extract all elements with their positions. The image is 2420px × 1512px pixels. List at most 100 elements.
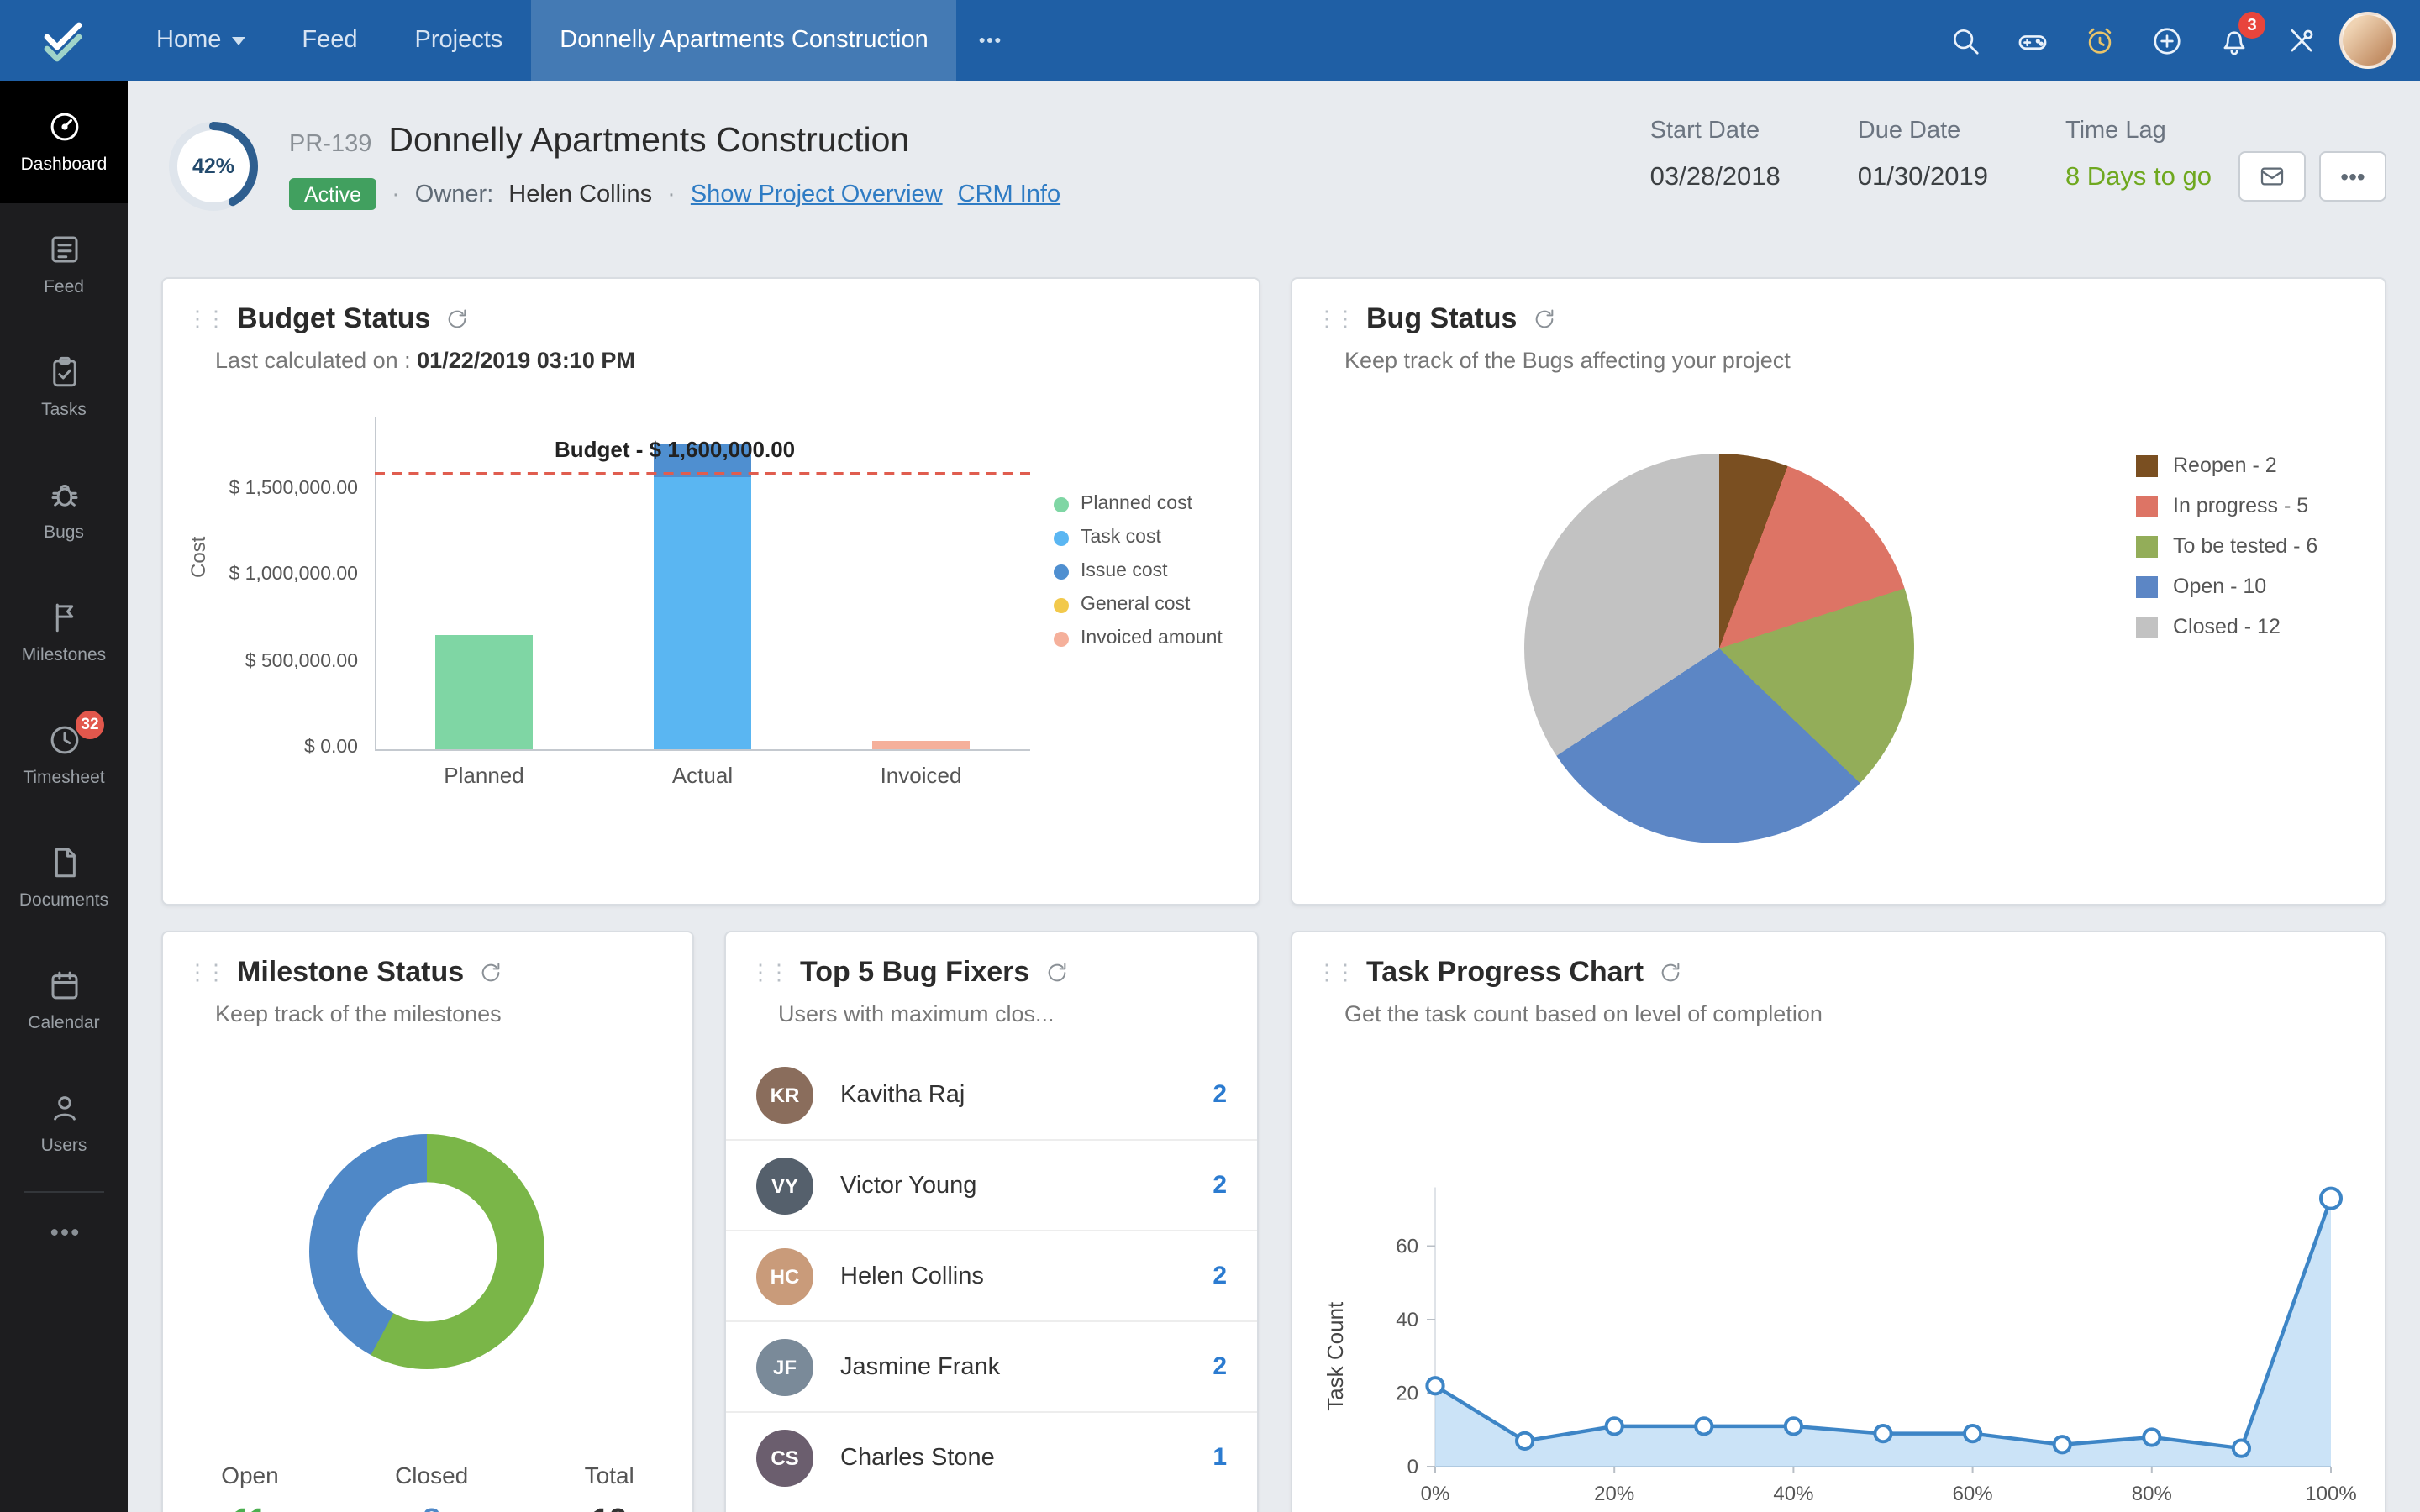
legend-item-to-be-tested[interactable]: To be tested - 6 xyxy=(2136,534,2317,558)
fixer-name: Kavitha Raj xyxy=(840,1081,965,1108)
legend-item-general-cost[interactable]: General cost xyxy=(1054,595,1223,615)
data-point[interactable] xyxy=(1783,1416,1804,1436)
bug-fixer-row[interactable]: HC Helen Collins 2 xyxy=(726,1230,1257,1320)
x-axis-category-label: Actual xyxy=(671,763,734,788)
fixer-closed-count: 1 xyxy=(1213,1443,1227,1472)
legend-item-reopen[interactable]: Reopen - 2 xyxy=(2136,454,2317,477)
budget-last-calculated: 01/22/2019 03:10 PM xyxy=(417,348,635,373)
total-label: Closed xyxy=(395,1462,469,1488)
main-content: 42% PR-139 Donnelly Apartments Construct… xyxy=(128,81,2420,1512)
add-icon[interactable] xyxy=(2138,12,2195,69)
fixer-closed-count: 2 xyxy=(1213,1262,1227,1290)
nav-item-home[interactable]: Home xyxy=(128,0,273,81)
legend-item-task-cost[interactable]: Task cost xyxy=(1054,528,1223,548)
reminders-icon[interactable] xyxy=(2070,12,2128,69)
drag-handle-icon[interactable]: ⋮⋮ xyxy=(1316,959,1356,986)
legend-item-issue-cost[interactable]: Issue cost xyxy=(1054,561,1223,581)
y-axis-tick-label: $ 0.00 xyxy=(304,738,358,758)
task-progress-card: ⋮⋮ Task Progress Chart Get the task coun… xyxy=(1291,931,2386,1512)
bug-fixer-row[interactable]: JF Jasmine Frank 2 xyxy=(726,1320,1257,1411)
show-project-overview-link[interactable]: Show Project Overview xyxy=(691,181,943,207)
more-actions-button[interactable]: ••• xyxy=(2319,151,2386,202)
sidebar-item-timesheet[interactable]: Timesheet 32 xyxy=(0,694,128,816)
tools-icon[interactable] xyxy=(2272,12,2329,69)
refresh-icon[interactable] xyxy=(445,307,469,331)
legend-item-open[interactable]: Open - 10 xyxy=(2136,575,2317,598)
notification-count-badge: 3 xyxy=(2238,12,2265,39)
drag-handle-icon[interactable]: ⋮⋮ xyxy=(1316,306,1356,333)
legend-item-closed[interactable]: Closed - 12 xyxy=(2136,615,2317,638)
crm-info-link[interactable]: CRM Info xyxy=(958,181,1061,207)
sidebar-item-label: Documents xyxy=(18,890,109,911)
bug-card-title: Bug Status xyxy=(1366,302,1518,334)
data-point[interactable] xyxy=(1515,1431,1535,1451)
svg-text:0%: 0% xyxy=(1421,1483,1450,1505)
nav-item-feed[interactable]: Feed xyxy=(273,0,386,81)
zoho-projects-logo[interactable] xyxy=(0,0,128,81)
legend-item-planned-cost[interactable]: Planned cost xyxy=(1054,494,1223,514)
milestones-icon xyxy=(46,600,82,635)
project-progress-ring: 42% xyxy=(165,118,262,215)
y-axis-tick-label: $ 1,000,000.00 xyxy=(229,564,359,585)
milestone-donut[interactable] xyxy=(309,1134,544,1369)
bug-fixer-row[interactable]: VY Victor Young 2 xyxy=(726,1139,1257,1230)
search-icon[interactable] xyxy=(1936,12,1993,69)
sidebar-item-calendar[interactable]: Calendar xyxy=(0,939,128,1062)
avatar: HC xyxy=(756,1247,813,1305)
data-point[interactable] xyxy=(1873,1424,1893,1444)
legend-item-invoiced-amount[interactable]: Invoiced amount xyxy=(1054,628,1223,648)
sidebar-item-bugs[interactable]: Bugs xyxy=(0,449,128,571)
progress-percentage: 42% xyxy=(192,155,235,178)
refresh-icon[interactable] xyxy=(1659,961,1682,984)
data-point[interactable] xyxy=(2052,1435,2072,1455)
email-button[interactable] xyxy=(2238,151,2306,202)
nav-right-icons: 3 xyxy=(1936,0,2420,81)
svg-text:100%: 100% xyxy=(2305,1483,2356,1505)
refresh-icon[interactable] xyxy=(1044,961,1068,984)
data-point[interactable] xyxy=(1604,1416,1624,1436)
avatar-icon[interactable] xyxy=(2339,12,2396,69)
drag-handle-icon[interactable]: ⋮⋮ xyxy=(750,959,790,986)
games-icon[interactable] xyxy=(2003,12,2060,69)
main-nav-tabs: Home Feed Projects Donnelly Apartments Cons… xyxy=(128,0,1024,81)
sidebar-item-users[interactable]: Users xyxy=(0,1062,128,1184)
nav-item-projects[interactable]: Projects xyxy=(387,0,532,81)
legend-color-dot xyxy=(1054,597,1069,612)
total-label: Total xyxy=(584,1462,634,1488)
legend-item-in-progress[interactable]: In progress - 5 xyxy=(2136,494,2317,517)
data-point[interactable] xyxy=(1425,1376,1445,1396)
refresh-icon[interactable] xyxy=(479,961,502,984)
notifications-icon[interactable]: 3 xyxy=(2205,12,2265,69)
bug-status-pie[interactable] xyxy=(1524,454,1914,843)
timesheet-count-badge: 32 xyxy=(76,711,104,739)
drag-handle-icon[interactable]: ⋮⋮ xyxy=(187,959,227,986)
data-point[interactable] xyxy=(2142,1427,2162,1447)
due-date-value: 01/30/2019 xyxy=(1857,163,1988,192)
avatar: KR xyxy=(756,1066,813,1123)
data-point[interactable] xyxy=(2319,1186,2343,1210)
bug-fixer-row[interactable]: CS Charles Stone 1 xyxy=(726,1411,1257,1502)
nav-more-icon[interactable] xyxy=(957,0,1024,81)
milestone-total-open: Open 11 xyxy=(221,1462,279,1512)
data-point[interactable] xyxy=(1963,1424,1983,1444)
drag-handle-icon[interactable]: ⋮⋮ xyxy=(187,306,227,333)
legend-color-swatch xyxy=(2136,616,2158,638)
legend-label: Closed - 12 xyxy=(2173,615,2281,638)
data-point[interactable] xyxy=(2231,1438,2252,1458)
bug-status-legend: Reopen - 2 In progress - 5 To be tested - … xyxy=(2136,454,2317,638)
sidebar-item-feed[interactable]: Feed xyxy=(0,203,128,326)
sidebar-item-tasks[interactable]: Tasks xyxy=(0,326,128,449)
nav-item-label: Projects xyxy=(414,27,503,54)
refresh-icon[interactable] xyxy=(1532,307,1555,331)
data-point[interactable] xyxy=(1694,1416,1714,1436)
bug-fixer-row[interactable]: KR Kavitha Raj 2 xyxy=(726,1050,1257,1139)
sidebar-item-documents[interactable]: Documents xyxy=(0,816,128,939)
nav-item-label: Donnelly Apartments Construction xyxy=(560,27,929,54)
budget-bar-chart: Cost $ 0.00 $ 500,000.00 $ 1,000,000.00 $ 1,… xyxy=(176,393,1245,843)
nav-item-donnelly-apartments-construction[interactable]: Donnelly Apartments Construction xyxy=(531,0,957,81)
owner-name[interactable]: Helen Collins xyxy=(508,181,652,207)
sidebar-item-dashboard[interactable]: Dashboard xyxy=(0,81,128,203)
sidebar-item-milestones[interactable]: Milestones xyxy=(0,571,128,694)
x-axis-category-label: Invoiced xyxy=(880,763,962,788)
sidebar-more[interactable] xyxy=(24,1191,104,1270)
